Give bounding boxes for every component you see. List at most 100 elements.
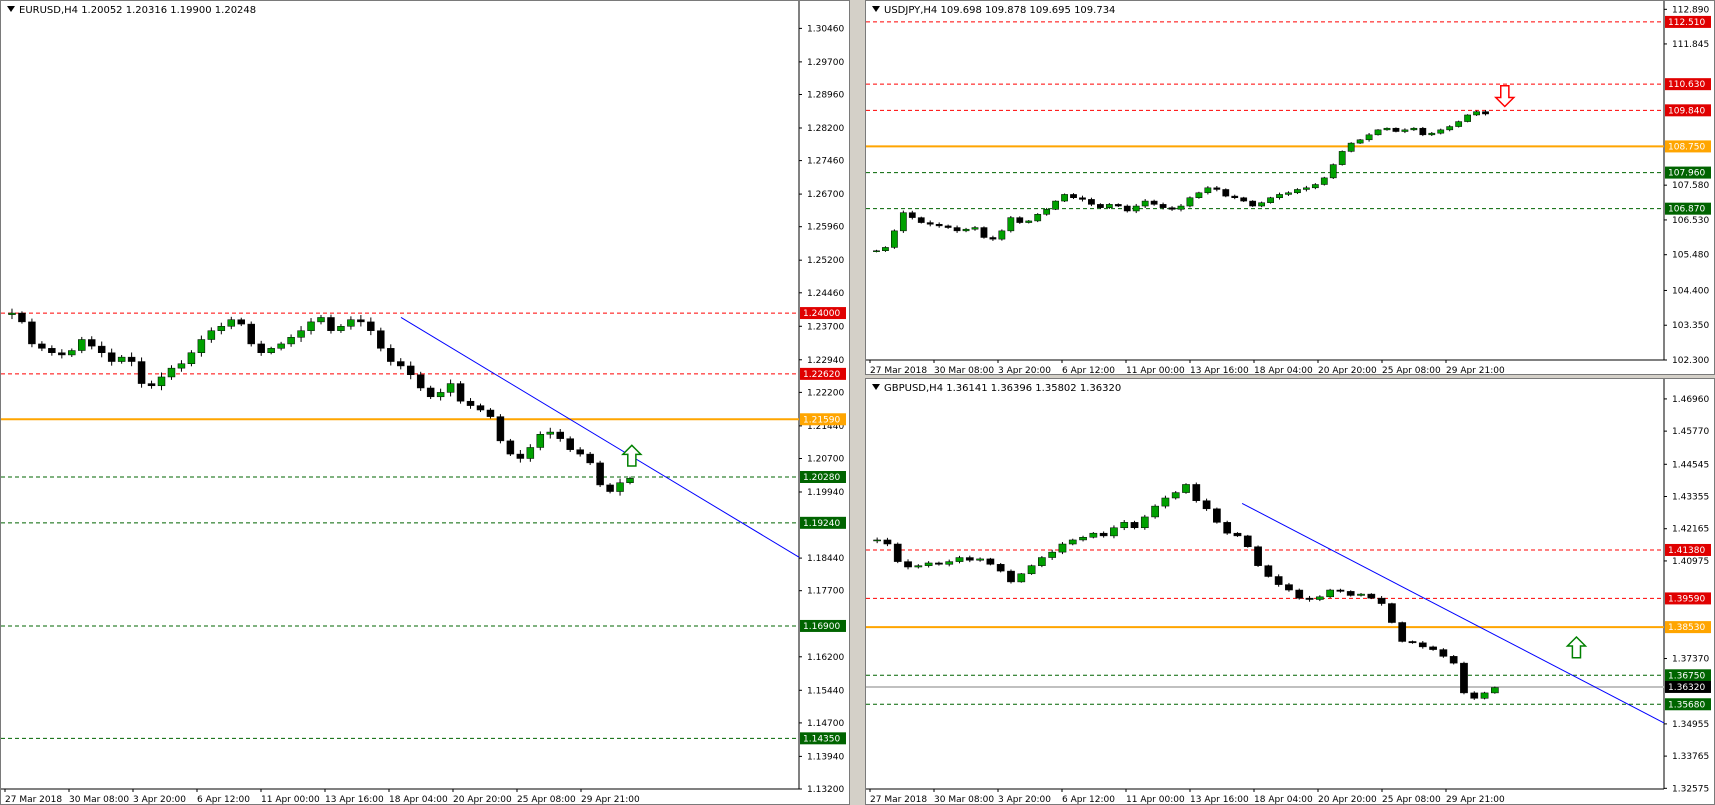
y-tick-label: 1.13940 <box>807 752 844 762</box>
usdjpy-title: USDJPY,H4 109.698 109.878 109.695 109.73… <box>872 5 1115 16</box>
candle-body <box>426 387 435 398</box>
candle-body <box>1052 200 1059 210</box>
x-tick-label: 29 Apr 21:00 <box>1446 366 1505 375</box>
chart-panel-eurusd[interactable]: 1.30460 1.29700 1.28960 1.28200 1.27460 1.267… <box>0 0 850 805</box>
candle-body <box>1356 139 1364 144</box>
candle-body <box>1365 134 1373 141</box>
candle-body <box>68 350 76 356</box>
candle-body <box>476 405 485 411</box>
candle-body <box>893 543 902 562</box>
candle-body <box>337 326 345 331</box>
y-tick-label: 1.46960 <box>1672 395 1709 405</box>
candle-body <box>883 539 892 545</box>
candle-body <box>1007 570 1015 583</box>
x-tick-label: 6 Apr 12:00 <box>1062 366 1115 375</box>
candle-body <box>986 558 995 565</box>
candle-body <box>28 321 36 345</box>
chart-panel-usdjpy[interactable]: 112.890 111.845 107.580 106.530 105.480 104.4… <box>865 0 1715 375</box>
candle-body <box>1114 204 1122 207</box>
candle-body <box>1329 164 1337 179</box>
candle-body <box>1159 204 1167 208</box>
candle-body <box>8 312 16 315</box>
candle-body <box>217 326 226 331</box>
candle-body <box>556 431 564 439</box>
candle-body <box>1392 127 1400 132</box>
y-tick-label: 1.25960 <box>807 223 844 233</box>
candle-body <box>1079 197 1086 200</box>
candle-body <box>626 478 634 483</box>
x-tick-label: 3 Apr 20:00 <box>998 795 1051 805</box>
x-tick-label: 20 Apr 20:00 <box>453 795 512 805</box>
usdjpy-chart-canvas[interactable]: 112.890 111.845 107.580 106.530 105.480 104.4… <box>866 1 1715 375</box>
y-tick-label: 107.580 <box>1672 181 1709 191</box>
candle-body <box>1374 129 1382 136</box>
candle-body <box>1446 126 1454 131</box>
candle-body <box>58 352 66 356</box>
candle-body <box>1202 500 1211 510</box>
candle-body <box>1464 114 1471 122</box>
chart-menu-triangle-icon[interactable] <box>872 384 880 390</box>
candle-body <box>1449 656 1458 664</box>
candle-body <box>935 223 943 227</box>
chart-panel-gbpusd[interactable]: 1.46960 1.45770 1.44545 1.43355 1.42165 1.409… <box>865 378 1715 805</box>
candle-body <box>297 330 305 338</box>
candle-body <box>1233 532 1242 537</box>
candle-body <box>944 225 952 228</box>
y-tick-label: 1.33765 <box>1672 752 1709 762</box>
candle-body <box>87 339 96 347</box>
candle-body <box>1213 187 1221 190</box>
candle-body <box>917 217 925 223</box>
candle-body <box>1439 649 1448 657</box>
price-tag-label: 1.36750 <box>1668 671 1705 681</box>
candle-body <box>526 447 535 459</box>
candle-body <box>287 337 295 345</box>
price-tag-label: 1.14350 <box>803 734 840 744</box>
x-tick-label: 18 Apr 04:00 <box>389 795 448 805</box>
eurusd-title: EURUSD,H4 1.20052 1.20316 1.19900 1.2024… <box>7 5 256 16</box>
y-tick-label: 1.24460 <box>807 289 844 299</box>
candle-body <box>873 250 880 252</box>
price-tag-label: 112.510 <box>1668 18 1705 28</box>
candle-body <box>367 321 375 331</box>
y-tick-label: 1.15440 <box>807 686 844 696</box>
chart-menu-triangle-icon[interactable] <box>872 6 880 12</box>
y-tick-label: 1.16200 <box>807 653 844 663</box>
candle-body <box>596 462 604 486</box>
chart-menu-triangle-icon[interactable] <box>7 6 15 12</box>
candle-body <box>1061 194 1068 202</box>
candle-body <box>1223 522 1232 534</box>
candle-body <box>606 484 614 492</box>
candle-body <box>576 449 584 455</box>
candle-body <box>1038 557 1046 566</box>
candle-body <box>953 227 961 232</box>
candle-body <box>1264 565 1273 577</box>
candle-body <box>317 317 325 323</box>
x-tick-label: 3 Apr 20:00 <box>998 366 1051 375</box>
panel-divider-vertical[interactable] <box>850 0 865 805</box>
candle-body <box>1326 589 1334 598</box>
candle-body <box>1383 127 1391 131</box>
candle-body <box>127 356 136 362</box>
candle-body <box>1177 205 1185 210</box>
y-tick-label: 1.44545 <box>1672 460 1709 470</box>
price-tag-label: 106.870 <box>1668 205 1705 215</box>
x-tick-label: 30 Mar 08:00 <box>934 366 994 375</box>
candle-body <box>1204 187 1212 194</box>
candle-body <box>1195 192 1203 198</box>
candle-body <box>1401 129 1409 132</box>
y-tick-label: 103.350 <box>1672 321 1709 331</box>
x-tick-label: 11 Apr 00:00 <box>1126 795 1185 805</box>
candle-body <box>1338 151 1346 165</box>
eurusd-chart-canvas[interactable]: 1.30460 1.29700 1.28960 1.28200 1.27460 1.267… <box>1 1 850 805</box>
x-tick-label: 25 Apr 08:00 <box>517 795 576 805</box>
candle-body <box>882 247 889 251</box>
gbpusd-chart-canvas[interactable]: 1.46960 1.45770 1.44545 1.43355 1.42165 1.409… <box>866 379 1715 805</box>
x-tick-label: 27 Mar 2018 <box>870 366 927 375</box>
y-tick-label: 1.28960 <box>807 90 844 100</box>
candle-body <box>566 438 574 450</box>
candle-body <box>1017 573 1026 583</box>
candle-body <box>1130 522 1139 529</box>
y-tick-label: 1.34955 <box>1672 720 1709 730</box>
price-tag-label: 108.750 <box>1668 142 1705 152</box>
candle-body <box>167 367 176 378</box>
